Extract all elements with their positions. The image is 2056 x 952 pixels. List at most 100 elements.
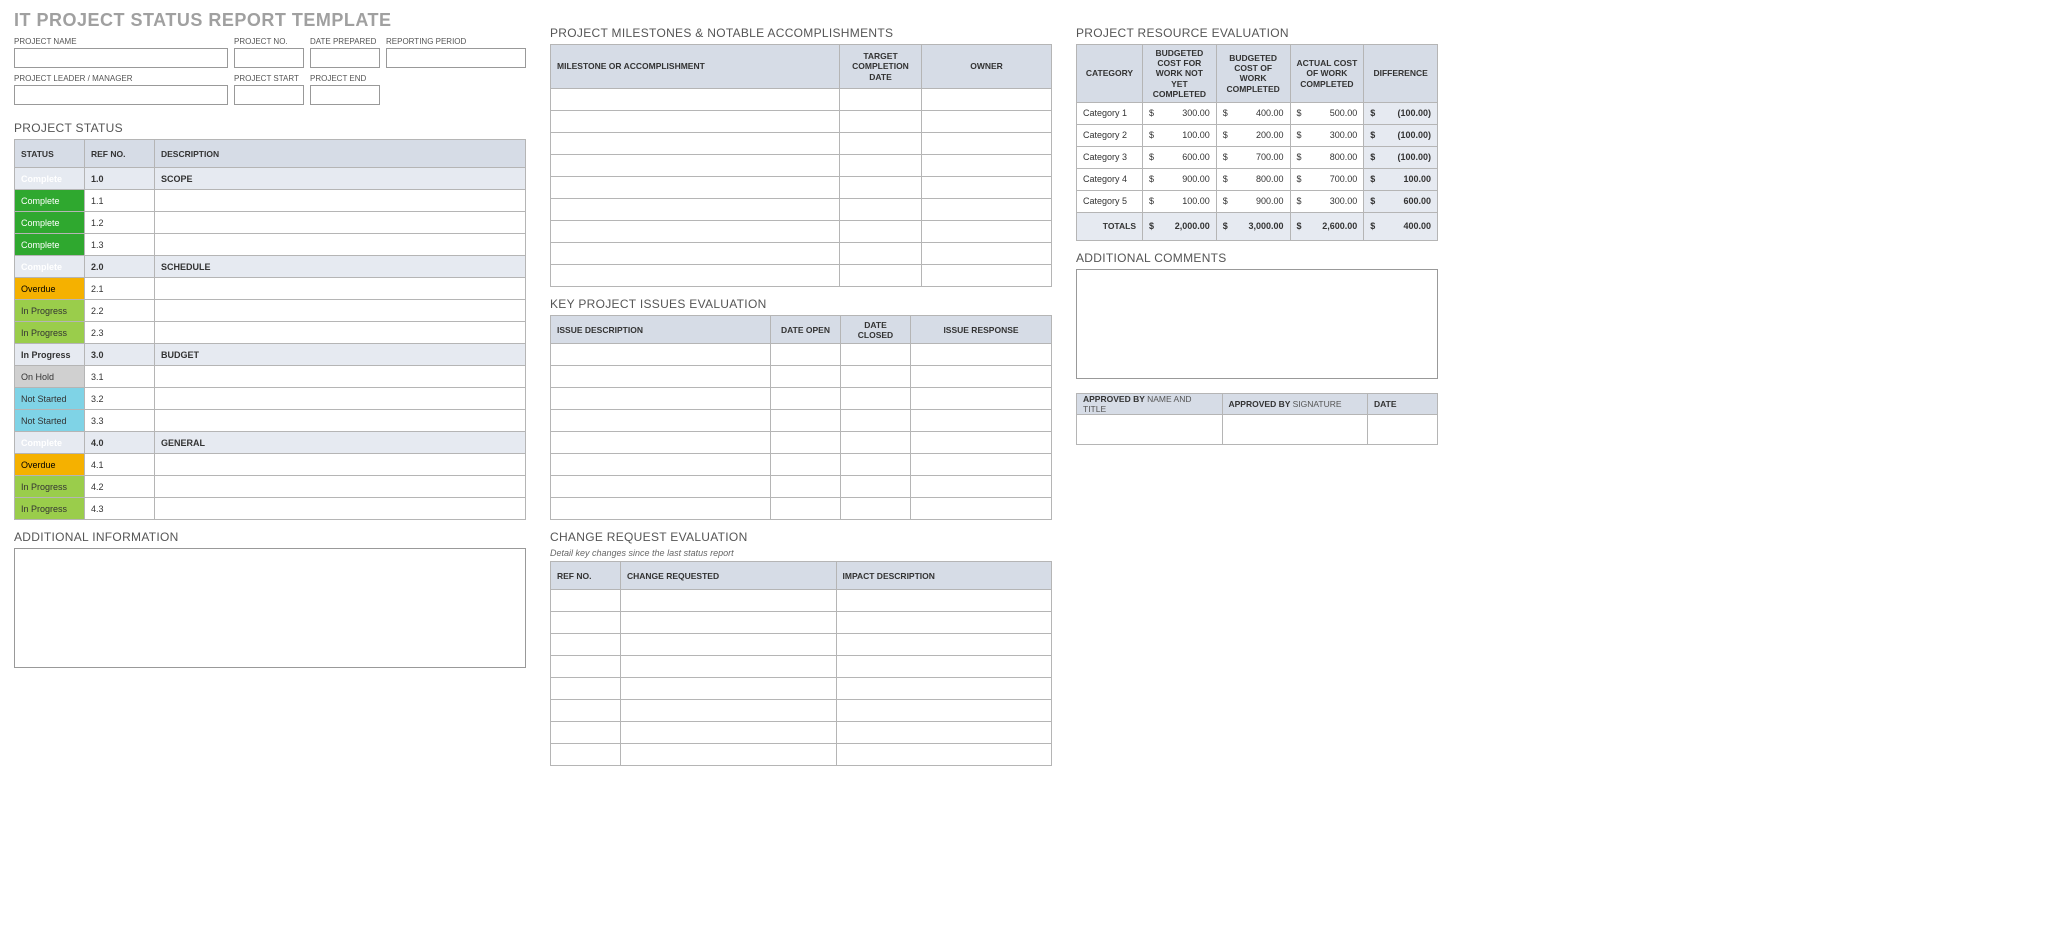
empty-cell[interactable]: [840, 177, 922, 199]
empty-cell[interactable]: [922, 133, 1052, 155]
status-cell[interactable]: Complete: [15, 212, 85, 234]
empty-cell[interactable]: [551, 454, 771, 476]
input-reporting-period[interactable]: [386, 48, 526, 68]
empty-cell[interactable]: [836, 722, 1052, 744]
empty-cell[interactable]: [922, 111, 1052, 133]
empty-cell[interactable]: [551, 476, 771, 498]
empty-cell[interactable]: [551, 744, 621, 766]
status-cell[interactable]: Overdue: [15, 278, 85, 300]
empty-cell[interactable]: [836, 590, 1052, 612]
empty-cell[interactable]: [551, 366, 771, 388]
empty-cell[interactable]: [551, 388, 771, 410]
empty-cell[interactable]: [621, 656, 837, 678]
desc-cell[interactable]: [155, 322, 526, 344]
status-cell[interactable]: Complete: [15, 234, 85, 256]
desc-cell[interactable]: [155, 410, 526, 432]
empty-cell[interactable]: [621, 700, 837, 722]
empty-cell[interactable]: [551, 89, 840, 111]
input-project-leader[interactable]: [14, 85, 228, 105]
empty-cell[interactable]: [840, 111, 922, 133]
empty-cell[interactable]: [840, 265, 922, 287]
status-cell[interactable]: In Progress: [15, 344, 85, 366]
cell-approved-date[interactable]: [1368, 414, 1438, 444]
empty-cell[interactable]: [836, 744, 1052, 766]
desc-cell[interactable]: [155, 388, 526, 410]
empty-cell[interactable]: [771, 388, 841, 410]
empty-cell[interactable]: [771, 410, 841, 432]
empty-cell[interactable]: [922, 89, 1052, 111]
empty-cell[interactable]: [841, 454, 911, 476]
empty-cell[interactable]: [771, 498, 841, 520]
empty-cell[interactable]: [841, 366, 911, 388]
empty-cell[interactable]: [771, 366, 841, 388]
empty-cell[interactable]: [621, 590, 837, 612]
empty-cell[interactable]: [621, 744, 837, 766]
desc-cell[interactable]: BUDGET: [155, 344, 526, 366]
empty-cell[interactable]: [621, 722, 837, 744]
empty-cell[interactable]: [551, 177, 840, 199]
empty-cell[interactable]: [551, 700, 621, 722]
desc-cell[interactable]: [155, 454, 526, 476]
empty-cell[interactable]: [841, 344, 911, 366]
input-date-prepared[interactable]: [310, 48, 380, 68]
empty-cell[interactable]: [771, 344, 841, 366]
empty-cell[interactable]: [922, 265, 1052, 287]
desc-cell[interactable]: [155, 300, 526, 322]
empty-cell[interactable]: [841, 388, 911, 410]
empty-cell[interactable]: [551, 634, 621, 656]
status-cell[interactable]: Complete: [15, 432, 85, 454]
cell-approved-name[interactable]: [1077, 414, 1223, 444]
empty-cell[interactable]: [621, 634, 837, 656]
input-project-end[interactable]: [310, 85, 380, 105]
status-cell[interactable]: Complete: [15, 256, 85, 278]
status-cell[interactable]: In Progress: [15, 498, 85, 520]
desc-cell[interactable]: SCHEDULE: [155, 256, 526, 278]
empty-cell[interactable]: [551, 265, 840, 287]
desc-cell[interactable]: GENERAL: [155, 432, 526, 454]
empty-cell[interactable]: [836, 634, 1052, 656]
empty-cell[interactable]: [841, 410, 911, 432]
empty-cell[interactable]: [551, 590, 621, 612]
empty-cell[interactable]: [551, 678, 621, 700]
empty-cell[interactable]: [841, 498, 911, 520]
status-cell[interactable]: In Progress: [15, 322, 85, 344]
empty-cell[interactable]: [840, 221, 922, 243]
status-cell[interactable]: In Progress: [15, 300, 85, 322]
empty-cell[interactable]: [836, 656, 1052, 678]
desc-cell[interactable]: [155, 498, 526, 520]
empty-cell[interactable]: [551, 498, 771, 520]
empty-cell[interactable]: [911, 366, 1052, 388]
empty-cell[interactable]: [922, 155, 1052, 177]
empty-cell[interactable]: [840, 155, 922, 177]
empty-cell[interactable]: [551, 243, 840, 265]
empty-cell[interactable]: [551, 199, 840, 221]
status-cell[interactable]: Complete: [15, 190, 85, 212]
desc-cell[interactable]: [155, 366, 526, 388]
status-cell[interactable]: Complete: [15, 168, 85, 190]
input-project-name[interactable]: [14, 48, 228, 68]
desc-cell[interactable]: [155, 234, 526, 256]
empty-cell[interactable]: [911, 344, 1052, 366]
empty-cell[interactable]: [922, 221, 1052, 243]
empty-cell[interactable]: [551, 432, 771, 454]
empty-cell[interactable]: [922, 243, 1052, 265]
cell-approved-sig[interactable]: [1222, 414, 1368, 444]
empty-cell[interactable]: [911, 388, 1052, 410]
empty-cell[interactable]: [551, 111, 840, 133]
empty-cell[interactable]: [911, 432, 1052, 454]
status-cell[interactable]: Not Started: [15, 410, 85, 432]
empty-cell[interactable]: [551, 155, 840, 177]
empty-cell[interactable]: [621, 678, 837, 700]
empty-cell[interactable]: [840, 89, 922, 111]
empty-cell[interactable]: [911, 498, 1052, 520]
empty-cell[interactable]: [621, 612, 837, 634]
status-cell[interactable]: Overdue: [15, 454, 85, 476]
desc-cell[interactable]: [155, 212, 526, 234]
empty-cell[interactable]: [551, 656, 621, 678]
empty-cell[interactable]: [911, 476, 1052, 498]
empty-cell[interactable]: [911, 410, 1052, 432]
empty-cell[interactable]: [840, 133, 922, 155]
status-cell[interactable]: Not Started: [15, 388, 85, 410]
empty-cell[interactable]: [840, 199, 922, 221]
empty-cell[interactable]: [551, 344, 771, 366]
